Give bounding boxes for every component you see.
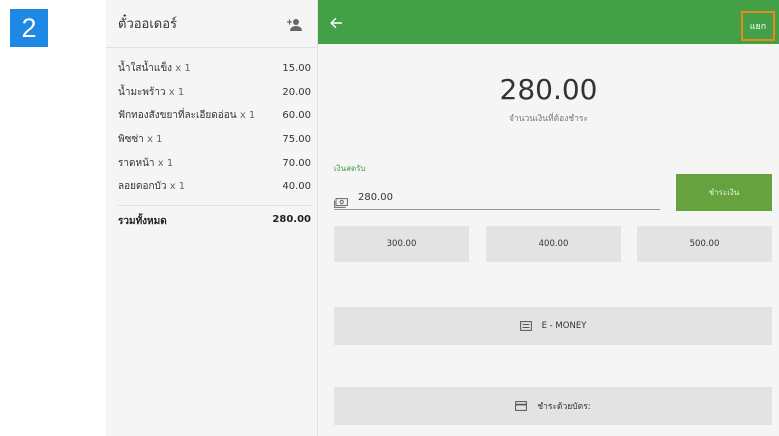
card-payment-button[interactable]: ชำระด้วยบัตร: bbox=[334, 387, 772, 425]
list-item[interactable]: ราดหน้า x 1 70.00 bbox=[118, 151, 311, 175]
total-value: 280.00 bbox=[272, 213, 311, 225]
item-name: น้ำมะพร้าว bbox=[118, 86, 166, 98]
quick-amount-button[interactable]: 500.00 bbox=[637, 226, 772, 262]
amount-due-label: จำนวนเงินที่ต้องชำระ bbox=[508, 114, 589, 124]
item-qty: x 1 bbox=[239, 110, 256, 122]
payment-toolbar: แยก bbox=[318, 0, 779, 44]
list-item[interactable]: น้ำใสน้ำแข็ง x 1 15.00 bbox=[118, 57, 311, 81]
e-money-icon bbox=[519, 321, 532, 331]
step-number-badge: 2 bbox=[10, 9, 48, 47]
item-price: 75.00 bbox=[282, 134, 311, 146]
split-bill-button[interactable]: แยก bbox=[741, 11, 775, 41]
order-panel-header: ตั๋วออเดอร์ bbox=[106, 0, 317, 48]
amount-due: 280.00 bbox=[499, 73, 598, 106]
quick-amount-button[interactable]: 300.00 bbox=[334, 226, 469, 262]
cash-received-label: เงินสดรับ bbox=[334, 164, 366, 173]
item-price: 70.00 bbox=[282, 157, 311, 169]
item-name: ราดหน้า bbox=[118, 157, 155, 169]
list-item[interactable]: ลอยดอกบัว x 1 40.00 bbox=[118, 175, 311, 199]
pos-app: ตั๋วออเดอร์ น้ำใสน้ำแข็ง x 1 15.00 น้ำมะ… bbox=[106, 0, 779, 436]
item-name: พิซซ่า bbox=[118, 134, 144, 146]
item-price: 60.00 bbox=[282, 110, 311, 122]
item-qty: x 1 bbox=[168, 86, 185, 98]
card-payment-label: ชำระด้วยบัตร: bbox=[537, 402, 591, 412]
back-arrow-icon[interactable] bbox=[329, 15, 343, 29]
list-item[interactable]: น้ำมะพร้าว x 1 20.00 bbox=[118, 81, 311, 105]
e-money-label: E - MONEY bbox=[541, 321, 587, 331]
list-item[interactable]: ฟักทองสังขยาที่ละเอียดอ่อน x 1 60.00 bbox=[118, 104, 311, 128]
item-qty: x 1 bbox=[157, 157, 174, 169]
total-row: รวมทั้งหมด 280.00 bbox=[118, 214, 311, 229]
item-name: ฟักทองสังขยาที่ละเอียดอ่อน bbox=[118, 110, 237, 122]
payment-panel: แยก 280.00 จำนวนเงินที่ต้องชำระ เงินสดรั… bbox=[318, 0, 779, 436]
total-label: รวมทั้งหมด bbox=[118, 215, 167, 227]
order-list: น้ำใสน้ำแข็ง x 1 15.00 น้ำมะพร้าว x 1 20… bbox=[106, 48, 317, 229]
cash-received-field[interactable]: 280.00 bbox=[334, 186, 660, 210]
item-price: 40.00 bbox=[282, 181, 311, 193]
order-panel-title: ตั๋วออเดอร์ bbox=[118, 17, 178, 32]
item-price: 15.00 bbox=[282, 63, 311, 75]
item-qty: x 1 bbox=[169, 181, 186, 193]
item-price: 20.00 bbox=[282, 86, 311, 98]
item-name: ลอยดอกบัว bbox=[118, 181, 167, 193]
item-qty: x 1 bbox=[175, 63, 191, 75]
e-money-button[interactable]: E - MONEY bbox=[334, 307, 772, 345]
divider bbox=[118, 204, 311, 206]
list-item[interactable]: พิซซ่า x 1 75.00 bbox=[118, 128, 311, 152]
cash-received-value: 280.00 bbox=[358, 192, 393, 203]
cash-icon bbox=[334, 193, 348, 208]
pay-button[interactable]: ชำระเงิน bbox=[676, 174, 772, 211]
add-customer-icon[interactable] bbox=[287, 17, 303, 31]
item-name: น้ำใสน้ำแข็ง bbox=[118, 63, 173, 75]
quick-amount-button[interactable]: 400.00 bbox=[486, 226, 621, 262]
order-panel: ตั๋วออเดอร์ น้ำใสน้ำแข็ง x 1 15.00 น้ำมะ… bbox=[106, 0, 318, 436]
credit-card-icon bbox=[515, 401, 528, 411]
item-qty: x 1 bbox=[146, 134, 163, 146]
